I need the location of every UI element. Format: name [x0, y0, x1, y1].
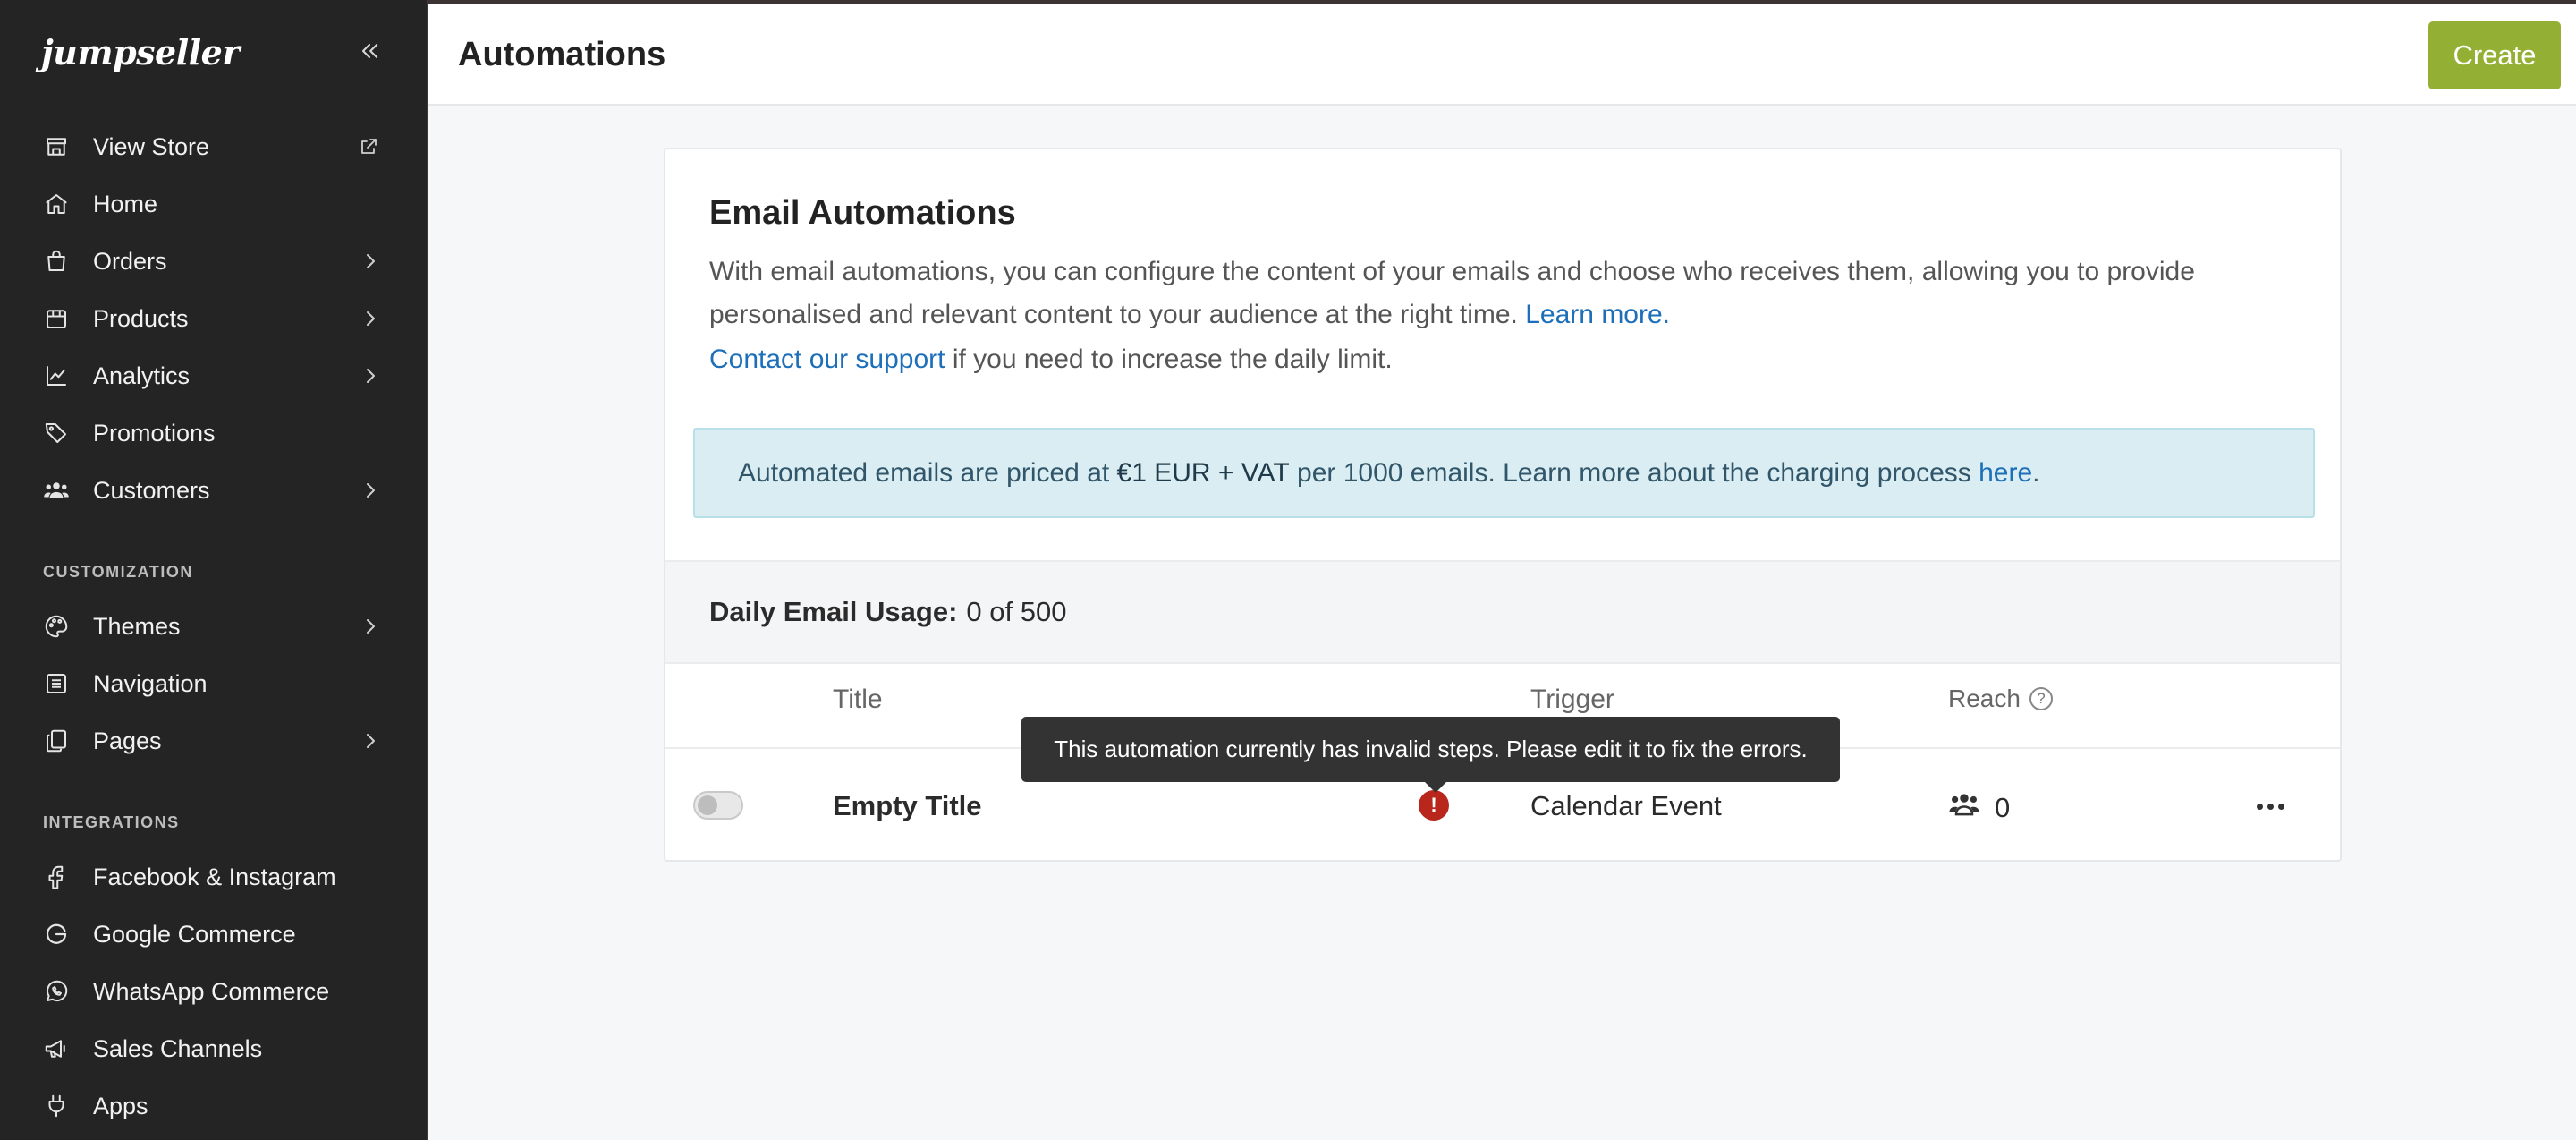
collapse-sidebar-icon[interactable] [354, 36, 385, 66]
chevron-right-icon [358, 728, 383, 753]
chart-line-icon [41, 361, 72, 391]
sidebar-item-label: Pages [93, 727, 162, 754]
shopping-bag-icon [41, 246, 72, 276]
usage-label: Daily Email Usage: [709, 596, 958, 627]
sidebar: jumpseller View Store Home Orders Produc… [0, 0, 428, 1140]
sidebar-item-label: Home [93, 190, 158, 217]
info-price: €1 EUR + VAT [1116, 457, 1290, 488]
reach-value: 0 [1995, 792, 2011, 823]
sidebar-item-google-commerce[interactable]: Google Commerce [0, 909, 428, 959]
sidebar-item-label: Navigation [93, 669, 208, 697]
sidebar-item-label: Sales Channels [93, 1034, 263, 1062]
google-icon [41, 919, 72, 949]
sidebar-item-orders[interactable]: Orders [0, 236, 428, 286]
automation-title[interactable]: Empty Title [833, 790, 982, 822]
daily-usage-row: Daily Email Usage: 0 of 500 [665, 560, 2340, 664]
sidebar-item-pages[interactable]: Pages [0, 716, 428, 766]
description-text: With email automations, you can configur… [709, 257, 2195, 329]
page-header: Automations Create [428, 0, 2576, 106]
invalid-steps-tooltip: This automation currently has invalid st… [1021, 717, 1840, 793]
sidebar-item-label: Analytics [93, 362, 191, 389]
automation-enabled-toggle[interactable] [693, 791, 743, 820]
sidebar-item-products[interactable]: Products [0, 294, 428, 344]
chevron-right-icon [358, 363, 383, 388]
chevron-right-icon [358, 306, 383, 331]
learn-more-link[interactable]: Learn more. [1525, 300, 1670, 329]
section-label-integrations: INTEGRATIONS [43, 813, 180, 831]
automation-trigger: Calendar Event [1530, 790, 1722, 821]
logo-text: jumpseller [41, 31, 240, 72]
list-icon [41, 668, 72, 699]
support-note: Contact our support if you need to incre… [709, 345, 1393, 375]
toggle-knob [698, 795, 717, 815]
sidebar-item-label: Themes [93, 612, 181, 640]
chevron-right-icon [358, 614, 383, 639]
home-icon [41, 189, 72, 219]
column-header-reach: Reach ? [1948, 685, 2053, 713]
column-header-title: Title [833, 685, 883, 714]
chevron-right-icon [358, 478, 383, 503]
external-link-icon [356, 134, 381, 159]
info-prefix: Automated emails are priced at [738, 457, 1117, 488]
sidebar-item-themes[interactable]: Themes [0, 601, 428, 651]
facebook-icon [41, 862, 72, 892]
sidebar-item-apps[interactable]: Apps [0, 1081, 428, 1131]
info-middle: per 1000 emails. Learn more about the ch… [1289, 457, 1979, 488]
sidebar-item-sales-channels[interactable]: Sales Channels [0, 1024, 428, 1074]
sidebar-item-label: Facebook & Instagram [93, 863, 336, 890]
jumpseller-logo[interactable]: jumpseller [41, 27, 240, 77]
tag-icon [41, 418, 72, 448]
card-description: With email automations, you can configur… [709, 251, 2310, 336]
contact-support-link[interactable]: Contact our support [709, 345, 945, 374]
sidebar-item-promotions[interactable]: Promotions [0, 408, 428, 458]
page-title: Automations [458, 36, 666, 73]
sidebar-item-label: Customers [93, 476, 210, 504]
users-icon [41, 475, 72, 506]
info-suffix: . [2032, 457, 2040, 488]
sidebar-item-label: Google Commerce [93, 920, 296, 948]
users-icon [1948, 790, 1980, 826]
help-icon[interactable]: ? [2029, 687, 2053, 710]
pricing-info-alert: Automated emails are priced at €1 EUR + … [693, 428, 2315, 518]
sidebar-item-label: Orders [93, 247, 167, 275]
palette-icon [41, 611, 72, 642]
box-icon [41, 303, 72, 334]
pages-icon [41, 726, 72, 756]
sidebar-item-customers[interactable]: Customers [0, 465, 428, 515]
whatsapp-icon [41, 976, 72, 1007]
charging-process-link[interactable]: here [1979, 458, 2032, 489]
plug-icon [41, 1091, 72, 1121]
more-options-icon[interactable] [2250, 790, 2290, 822]
sidebar-item-view-store[interactable]: View Store [0, 122, 428, 172]
card-title: Email Automations [709, 194, 1016, 232]
support-text: if you need to increase the daily limit. [945, 345, 1393, 374]
sidebar-item-navigation[interactable]: Navigation [0, 659, 428, 709]
section-label-customization: CUSTOMIZATION [43, 563, 193, 581]
sidebar-item-facebook-instagram[interactable]: Facebook & Instagram [0, 852, 428, 902]
usage-value: 0 of 500 [966, 596, 1067, 627]
sidebar-item-label: WhatsApp Commerce [93, 977, 330, 1005]
sidebar-item-home[interactable]: Home [0, 179, 428, 229]
error-alert-icon[interactable]: ! [1419, 790, 1449, 821]
column-header-trigger: Trigger [1530, 685, 1614, 714]
sidebar-item-label: View Store [93, 132, 210, 160]
reach-label: Reach [1948, 685, 2021, 712]
sidebar-item-whatsapp-commerce[interactable]: WhatsApp Commerce [0, 966, 428, 1017]
store-icon [41, 132, 72, 162]
sidebar-item-label: Products [93, 304, 189, 332]
create-button[interactable]: Create [2428, 21, 2561, 89]
sidebar-item-analytics[interactable]: Analytics [0, 351, 428, 401]
sidebar-item-label: Apps [93, 1092, 148, 1119]
sidebar-item-label: Promotions [93, 419, 216, 447]
megaphone-icon [41, 1034, 72, 1064]
automation-reach: 0 [1948, 790, 2010, 826]
chevron-right-icon [358, 249, 383, 274]
